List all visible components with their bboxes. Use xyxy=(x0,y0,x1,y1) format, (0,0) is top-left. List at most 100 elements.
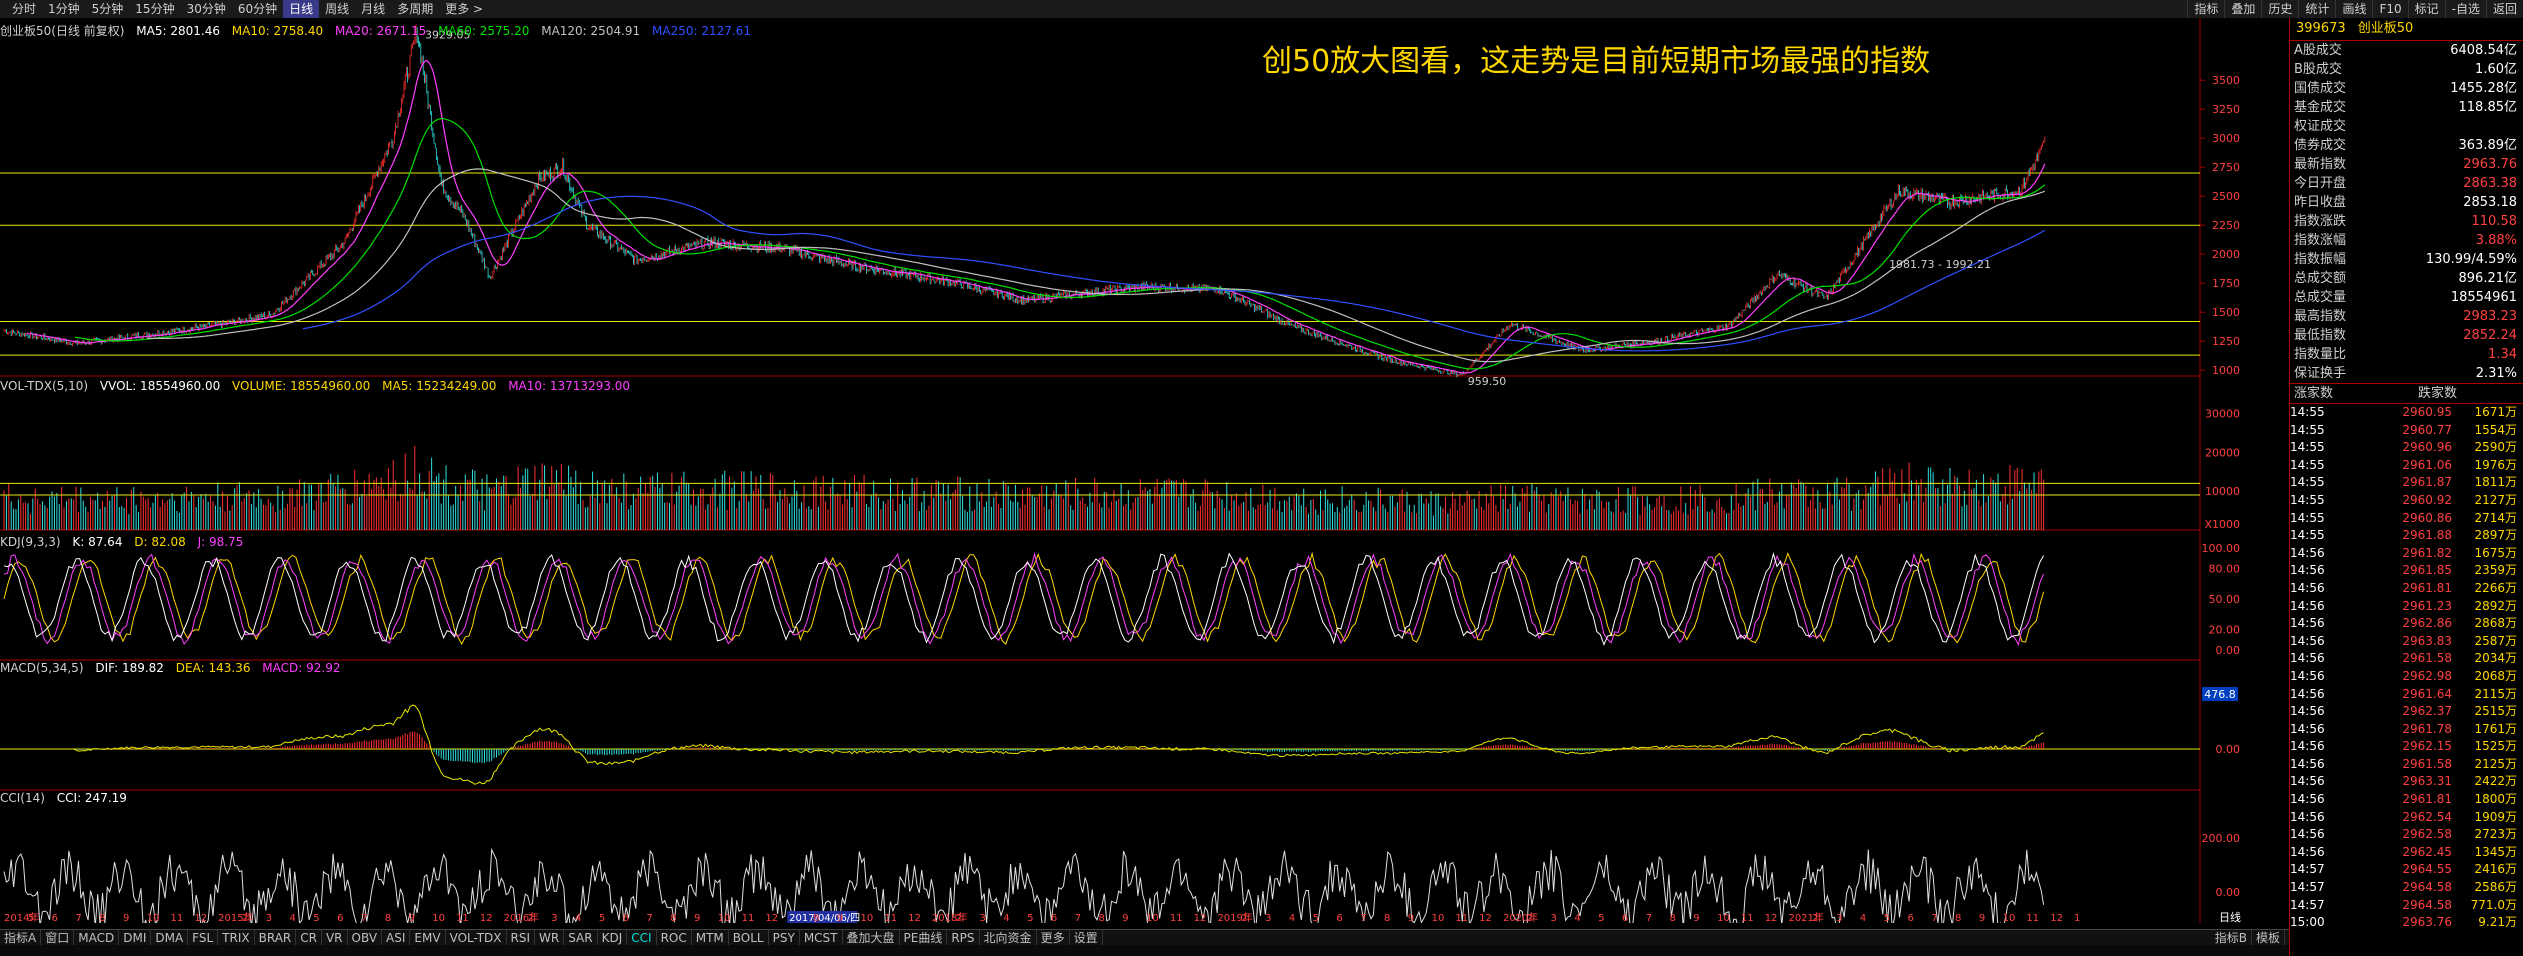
date-label: 8 xyxy=(670,913,676,923)
kline-chart[interactable]: 3500325030002750250022502000175015001250… xyxy=(0,18,2290,923)
date-label: 3 xyxy=(266,913,272,923)
ma120-label: MA120: 2504.91 xyxy=(541,24,641,38)
tick-price: 2960.86 xyxy=(2402,510,2452,525)
date-label: 1 xyxy=(2074,913,2080,923)
indicator-tab-5[interactable]: FSL xyxy=(188,930,219,946)
indicator-tab-21[interactable]: BOLL xyxy=(729,930,769,946)
date-label: 6 xyxy=(1336,913,1342,923)
indicator-tab-7[interactable]: BRAR xyxy=(255,930,297,946)
indicator-tab-18[interactable]: CCI xyxy=(627,930,657,946)
tick-price: 2962.86 xyxy=(2402,616,2452,631)
tool-button-8[interactable]: 返回 xyxy=(2485,0,2523,18)
indicator-tab-24[interactable]: 叠加大盘 xyxy=(843,930,900,946)
indicator-tab-10[interactable]: OBV xyxy=(348,930,383,946)
indicator-tab-1[interactable]: 窗口 xyxy=(41,930,75,946)
tick-row: 14:55 2960.95 1671万 xyxy=(2290,404,2523,422)
tick-row: 15:00 2963.76 9.21万 xyxy=(2290,914,2523,932)
range-annotation: 1981.73 - 1992.21 xyxy=(1889,258,1991,271)
date-label: 8 xyxy=(1384,913,1390,923)
indicator-tab-0[interactable]: 指标A xyxy=(0,930,42,946)
tick-time: 14:56 xyxy=(2290,827,2325,842)
indicator-tab-19[interactable]: ROC xyxy=(657,930,692,946)
vol-legend-name: VOL-TDX(5,10) xyxy=(0,379,89,393)
indicator-tab-12[interactable]: EMV xyxy=(410,930,446,946)
indicator-tab-11[interactable]: ASI xyxy=(382,930,411,946)
period-tab-0[interactable]: 分时 xyxy=(6,0,42,18)
indicator-tab-20[interactable]: MTM xyxy=(692,930,729,946)
tool-button-3[interactable]: 统计 xyxy=(2298,0,2335,18)
indicator-tab-16[interactable]: SAR xyxy=(564,930,598,946)
indicator-tab-28[interactable]: 更多 xyxy=(1037,930,1070,946)
period-tab-6[interactable]: 日线 xyxy=(283,0,320,18)
tool-button-7[interactable]: -自选 xyxy=(2444,0,2486,18)
date-label: 5 xyxy=(599,913,605,923)
tick-row: 14:56 2961.64 2115万 xyxy=(2290,686,2523,704)
date-label: 4 xyxy=(1574,913,1580,923)
stat-label: 指数振幅 xyxy=(2294,252,2347,267)
period-tab-9[interactable]: 多周期 xyxy=(391,0,439,18)
stat-row: 指数涨幅 3.88% xyxy=(2290,231,2523,250)
period-tab-7[interactable]: 周线 xyxy=(319,0,355,18)
tick-price: 2960.92 xyxy=(2402,492,2452,507)
indicator-tab-6[interactable]: TRIX xyxy=(218,930,255,946)
tool-button-4[interactable]: 画线 xyxy=(2335,0,2372,18)
tool-button-6[interactable]: 标记 xyxy=(2407,0,2445,18)
indicator-tab-25[interactable]: PE曲线 xyxy=(900,930,948,946)
vvol-label: VVOL: 18554960.00 xyxy=(99,379,221,393)
cci-value-label: CCI: 247.19 xyxy=(56,791,127,805)
tick-row: 14:56 2962.98 2068万 xyxy=(2290,668,2523,686)
period-tab-2[interactable]: 5分钟 xyxy=(86,0,130,18)
indicator-tab-8[interactable]: CR xyxy=(296,930,322,946)
price-tick-label: 1500 xyxy=(2212,306,2240,319)
date-label: 10 xyxy=(718,913,731,923)
period-tab-5[interactable]: 60分钟 xyxy=(232,0,283,18)
tool-button-2[interactable]: 历史 xyxy=(2261,0,2298,18)
tick-time: 14:56 xyxy=(2290,580,2325,595)
stat-row: 指数量比 1.34 xyxy=(2290,345,2523,364)
tick-price: 2960.96 xyxy=(2402,440,2452,455)
indicator-tab-23[interactable]: MCST xyxy=(800,930,843,946)
period-tab-4[interactable]: 30分钟 xyxy=(181,0,232,18)
indicator-tab-3[interactable]: DMI xyxy=(119,930,152,946)
indicator-tab-13[interactable]: VOL-TDX xyxy=(446,930,507,946)
tick-volume: 2723万 xyxy=(2474,827,2517,842)
tick-price: 2961.81 xyxy=(2402,792,2452,807)
period-tab-1[interactable]: 1分钟 xyxy=(42,0,86,18)
tick-row: 14:56 2962.15 1525万 xyxy=(2290,738,2523,756)
period-tab-3[interactable]: 15分钟 xyxy=(129,0,180,18)
macd-dea-label: DEA: 143.36 xyxy=(175,661,251,675)
stat-label: A股成交 xyxy=(2294,43,2342,58)
tool-button-5[interactable]: F10 xyxy=(2372,0,2407,18)
tick-row: 14:57 2964.55 2416万 xyxy=(2290,861,2523,879)
date-label: 8 xyxy=(99,913,105,923)
tick-list[interactable]: 14:55 2960.95 1671万 14:55 2960.77 1554万 14:55 2… xyxy=(2290,404,2523,932)
tick-price: 2961.23 xyxy=(2402,598,2452,613)
tick-volume: 2587万 xyxy=(2474,633,2517,648)
indicator-tab-4[interactable]: DMA xyxy=(151,930,189,946)
tick-volume: 2068万 xyxy=(2474,668,2517,683)
indicator-tab-29[interactable]: 设置 xyxy=(1070,930,1103,946)
tick-time: 14:56 xyxy=(2290,598,2325,613)
indicator-tab-26[interactable]: RPS xyxy=(947,930,980,946)
indicator-tab-22[interactable]: PSY xyxy=(769,930,800,946)
tool-button-1[interactable]: 叠加 xyxy=(2224,0,2261,18)
kdj-legend-name: KDJ(9,3,3) xyxy=(0,535,61,549)
indicator-tab-9[interactable]: VR xyxy=(322,930,348,946)
date-label: 3 xyxy=(980,913,986,923)
indicator-tab-2[interactable]: MACD xyxy=(74,930,120,946)
period-tab-8[interactable]: 月线 xyxy=(355,0,391,18)
tool-button-0[interactable]: 指标 xyxy=(2187,0,2224,18)
date-label: 12 xyxy=(194,913,207,923)
template-tab-1[interactable]: 模板 xyxy=(2252,930,2285,946)
stat-label: 权证成交 xyxy=(2294,119,2347,134)
indicator-tab-27[interactable]: 北向资金 xyxy=(980,930,1037,946)
date-label: 2 xyxy=(956,913,962,923)
indicator-tab-15[interactable]: WR xyxy=(535,930,565,946)
indicator-tab-17[interactable]: KDJ xyxy=(598,930,628,946)
date-label: 12 xyxy=(1479,913,1492,923)
stat-row: 权证成交 xyxy=(2290,117,2523,136)
template-tab-0[interactable]: 指标B xyxy=(2211,930,2252,946)
period-tab-10[interactable]: 更多 > xyxy=(439,0,489,18)
tick-volume: 2416万 xyxy=(2474,862,2517,877)
indicator-tab-14[interactable]: RSI xyxy=(507,930,536,946)
